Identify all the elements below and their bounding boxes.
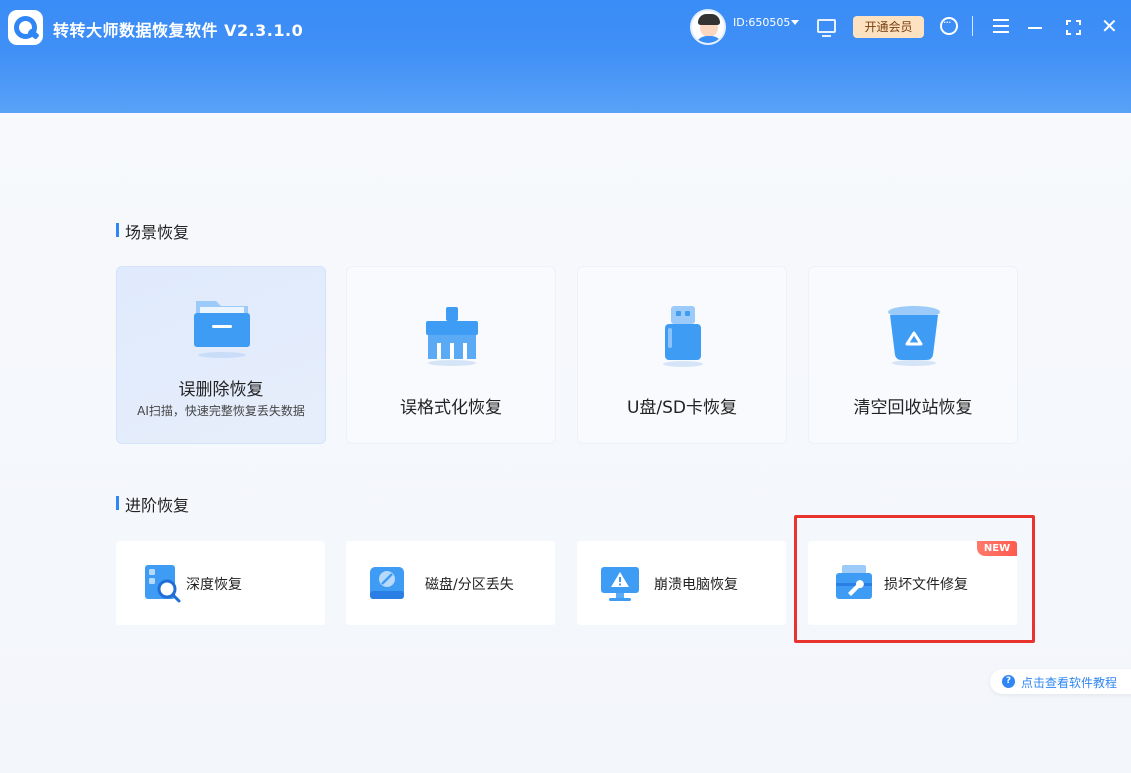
app-logo-icon xyxy=(8,10,43,45)
card-deleted-recovery[interactable]: 误删除恢复 AI扫描，快速完整恢复丢失数据 xyxy=(116,266,326,444)
user-avatar[interactable] xyxy=(690,9,726,45)
close-icon[interactable]: ✕ xyxy=(1101,16,1118,36)
highlight-box xyxy=(794,515,1035,643)
recycle-bin-icon xyxy=(888,306,940,366)
divider xyxy=(972,16,973,36)
minimize-icon[interactable] xyxy=(1028,27,1042,29)
help-icon: ? xyxy=(1002,675,1015,688)
monitor-icon[interactable] xyxy=(817,19,836,37)
menu-icon[interactable] xyxy=(993,19,1009,33)
tutorial-link[interactable]: ? 点击查看软件教程 xyxy=(990,669,1131,694)
card-crash-recovery[interactable]: 崩溃电脑恢复 xyxy=(577,541,786,625)
title-bar: 转转大师数据恢复软件 V2.3.1.0 ID:650505 开通会员 ✕ xyxy=(0,0,1131,113)
maximize-icon[interactable] xyxy=(1066,20,1081,35)
section-title-scene: 场景恢复 xyxy=(115,219,189,243)
card-label: 崩溃电脑恢复 xyxy=(654,577,738,593)
card-label: U盘/SD卡恢复 xyxy=(626,398,738,418)
broom-icon xyxy=(426,307,478,366)
section-title-advanced: 进阶恢复 xyxy=(115,492,189,516)
usb-drive-icon xyxy=(663,306,703,367)
tutorial-link-label: 点击查看软件教程 xyxy=(1021,676,1118,690)
user-id-label[interactable]: ID:650505 xyxy=(733,16,790,29)
computer-warning-icon xyxy=(601,567,639,601)
card-label: 深度恢复 xyxy=(186,577,242,593)
card-label: 清空回收站恢复 xyxy=(853,398,973,418)
card-usb-recovery[interactable]: U盘/SD卡恢复 xyxy=(577,266,787,444)
card-label: 磁盘/分区丢失 xyxy=(425,577,514,593)
card-recycle-bin-recovery[interactable]: 清空回收站恢复 xyxy=(808,266,1018,444)
app-title: 转转大师数据恢复软件 V2.3.1.0 xyxy=(53,21,304,40)
vip-button[interactable]: 开通会员 xyxy=(853,16,924,38)
card-subtitle: AI扫描，快速完整恢复丢失数据 xyxy=(137,404,305,418)
card-format-recovery[interactable]: 误格式化恢复 xyxy=(346,266,556,444)
chevron-down-icon[interactable] xyxy=(791,20,799,25)
card-label: 误格式化恢复 xyxy=(400,398,502,418)
card-label: 误删除恢复 xyxy=(178,380,264,400)
card-partition-lost[interactable]: 磁盘/分区丢失 xyxy=(346,541,555,625)
folder-icon xyxy=(194,301,250,358)
deep-scan-icon xyxy=(145,565,181,603)
customer-service-icon[interactable] xyxy=(940,16,958,35)
disk-icon xyxy=(370,567,404,599)
card-deep-recovery[interactable]: 深度恢复 xyxy=(116,541,325,625)
